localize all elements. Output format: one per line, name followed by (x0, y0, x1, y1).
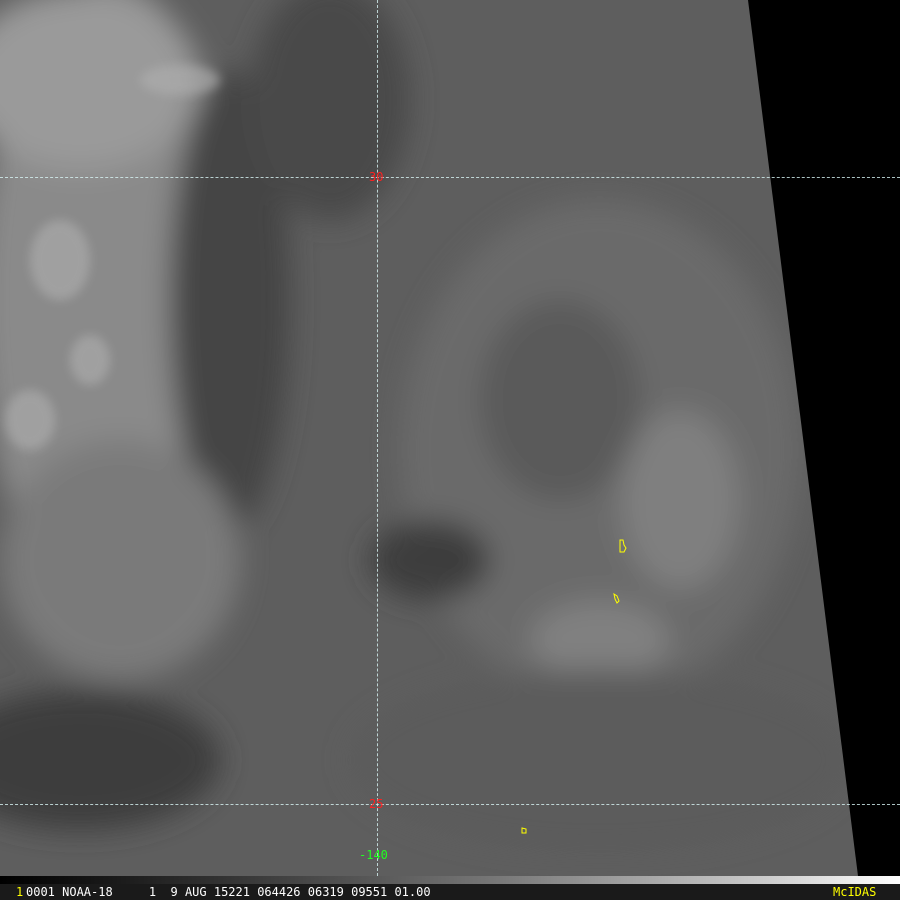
satellite-imagery (0, 0, 900, 876)
lat-label-25: 25 (369, 797, 384, 811)
latitude-line-30 (0, 177, 900, 178)
satellite-image-viewer: 30 25 -140 1 0001 NOAA-18 1 9 AUG 15221 … (0, 0, 900, 900)
image-info: 0001 NOAA-18 1 9 AUG 15221 064426 06319 … (26, 885, 431, 899)
mcidas-brand: McIDAS (833, 885, 877, 899)
longitude-line-140 (377, 0, 378, 876)
frame-number: 1 (16, 885, 24, 899)
grayscale-colorbar (0, 876, 900, 884)
lon-label-140: -140 (359, 848, 388, 862)
latitude-line-25 (0, 804, 900, 805)
lat-label-30: 30 (369, 170, 384, 184)
status-bar: 1 0001 NOAA-18 1 9 AUG 15221 064426 0631… (0, 884, 900, 900)
